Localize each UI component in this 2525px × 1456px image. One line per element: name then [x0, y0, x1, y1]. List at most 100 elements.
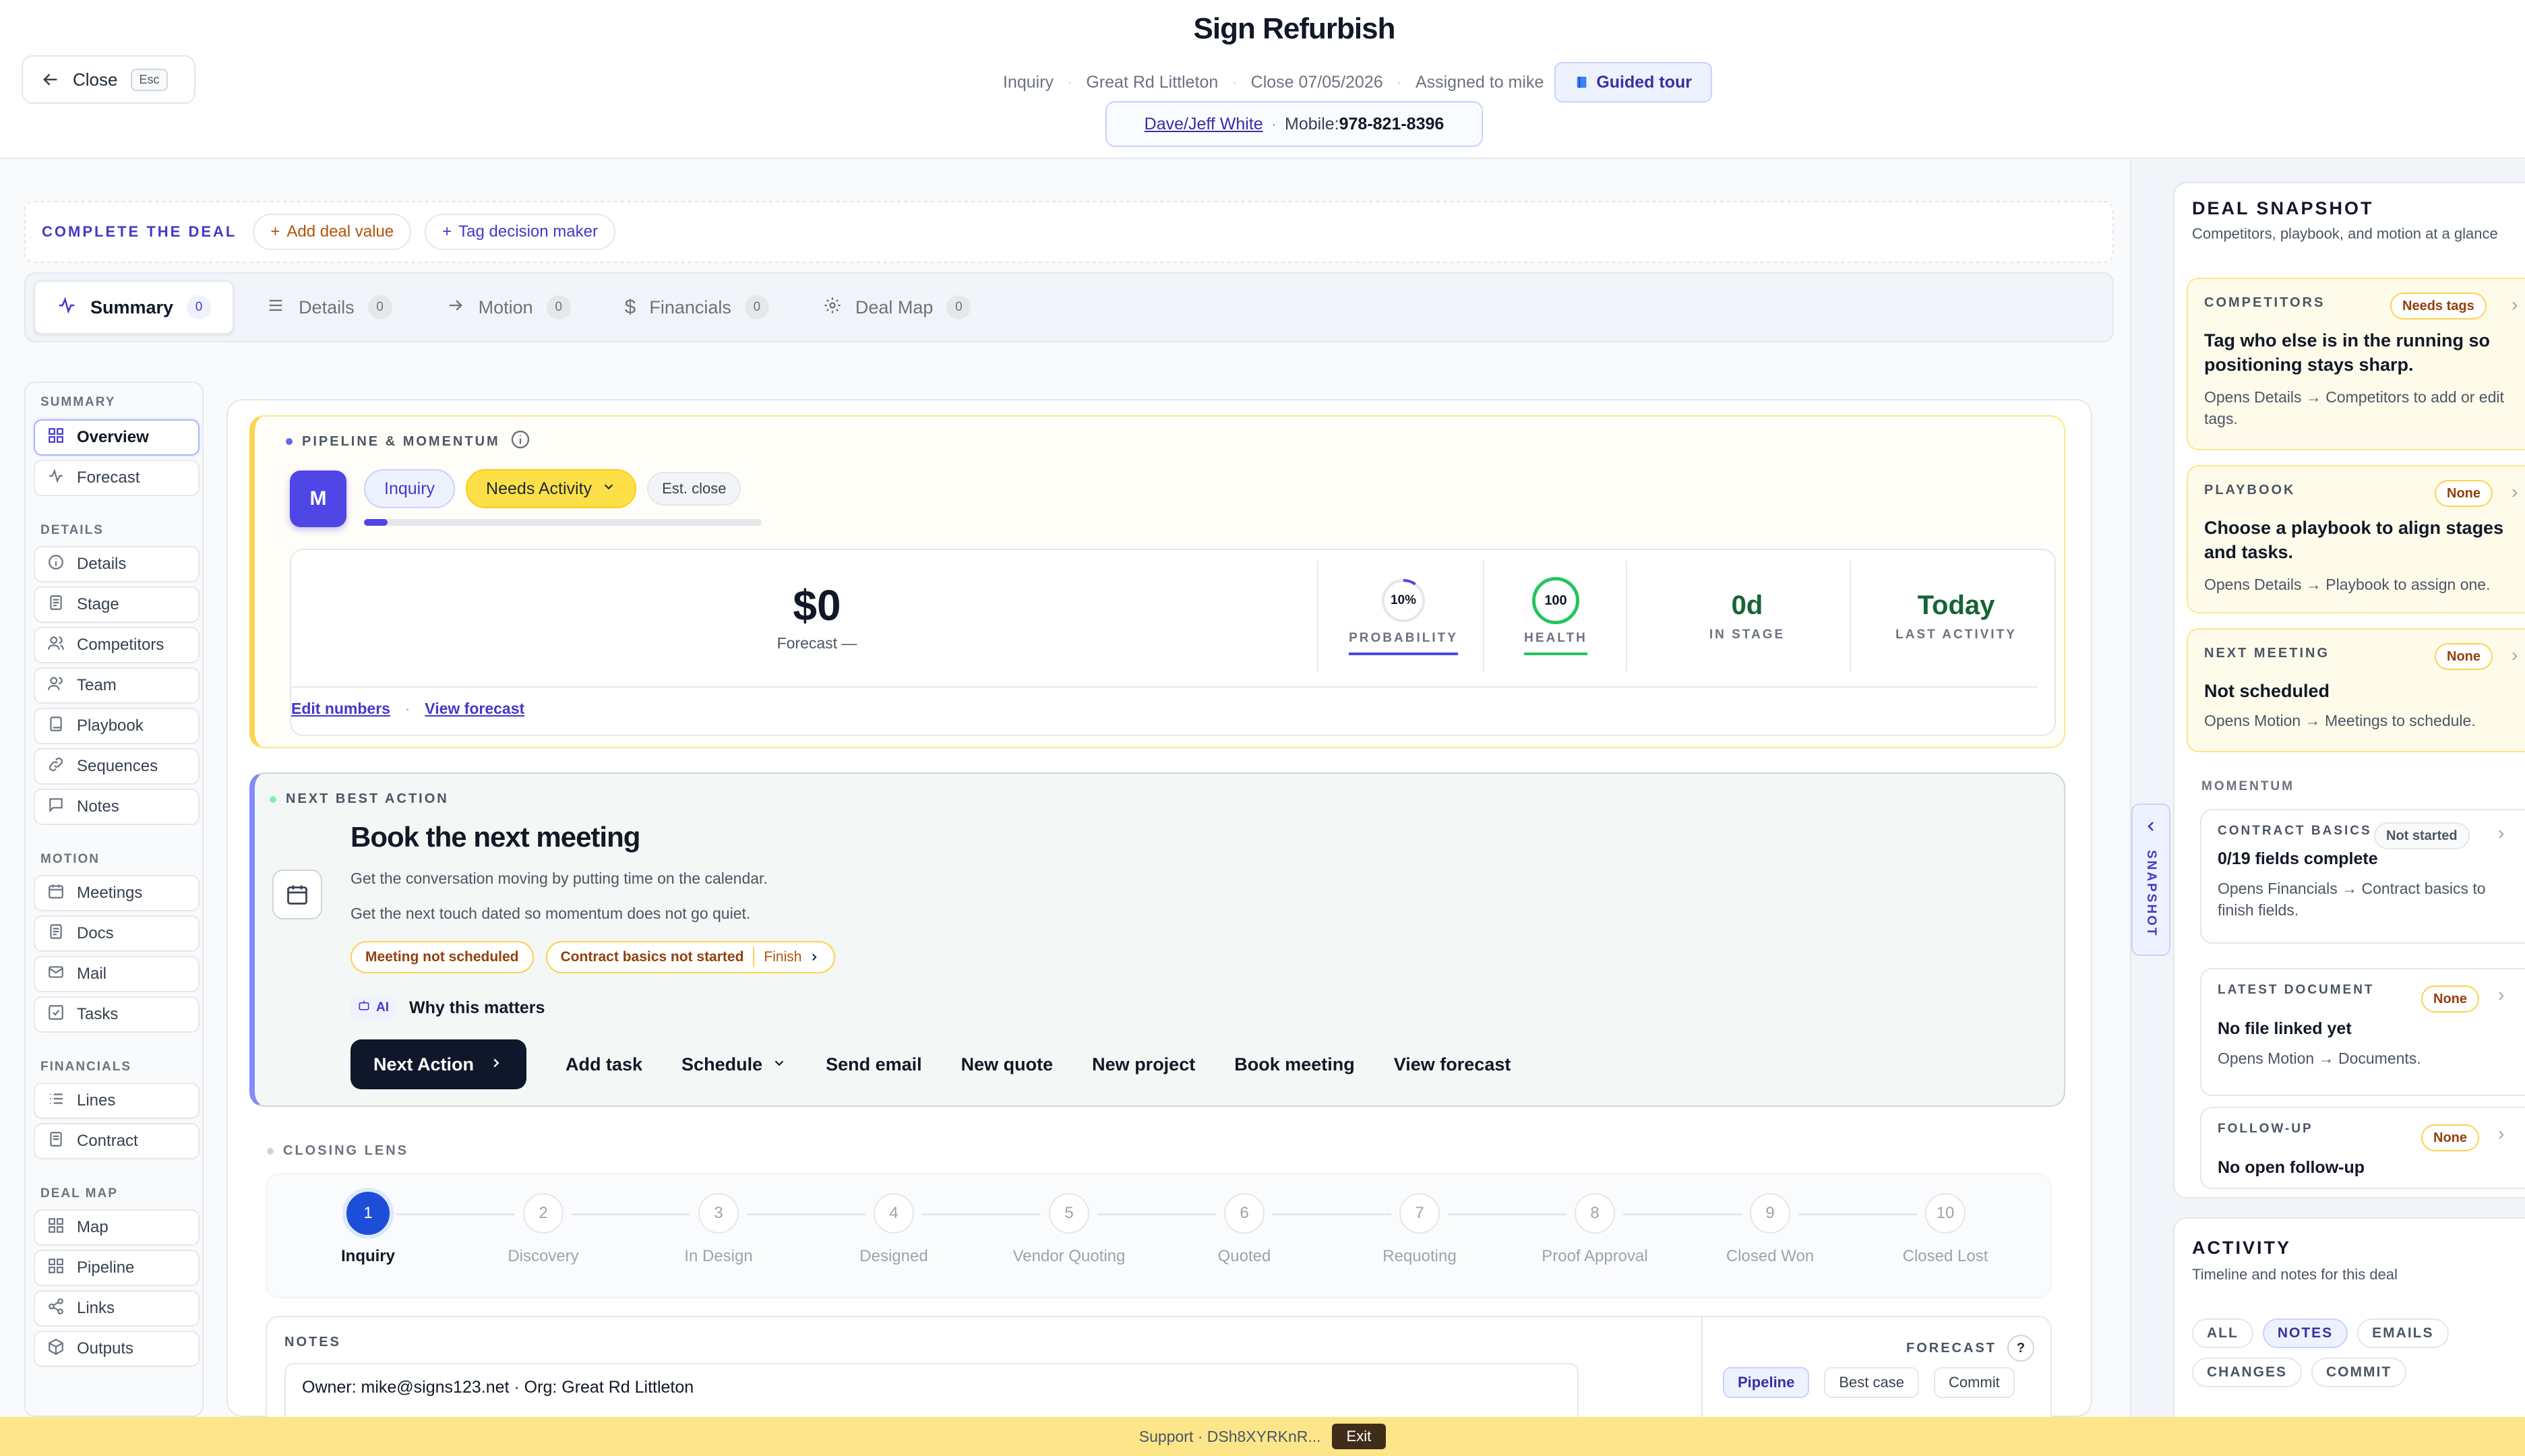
stage-chip[interactable]: Inquiry — [364, 469, 456, 508]
tab-motion[interactable]: Motion 0 — [425, 280, 592, 334]
nav-item-docs[interactable]: Docs — [34, 915, 200, 952]
nav-item-meetings[interactable]: Meetings — [34, 875, 200, 911]
stage-step[interactable]: 10 Closed Lost — [1858, 1193, 2033, 1266]
finish-button[interactable]: Finish — [764, 949, 820, 965]
nav-item-stage[interactable]: Stage — [34, 586, 200, 623]
mail-icon — [47, 963, 65, 985]
contract-basics-hint: Opens Financials → Contract basics to fi… — [2218, 880, 2486, 919]
tab-deal-map[interactable]: Deal Map 0 — [801, 280, 993, 334]
activity-status-dropdown[interactable]: Needs Activity — [466, 469, 637, 508]
latest-document-card[interactable]: LATEST DOCUMENT None › No file linked ye… — [2200, 968, 2525, 1096]
view-forecast-button[interactable]: View forecast — [1394, 1054, 1511, 1075]
next-action-button[interactable]: Next Action — [351, 1039, 527, 1089]
snapshot-toggle[interactable]: SNAPSHOT — [2131, 803, 2170, 956]
send-email-button[interactable]: Send email — [826, 1054, 922, 1075]
tab-summary[interactable]: Summary 0 — [34, 280, 235, 334]
nav-item-forecast[interactable]: Forecast — [34, 460, 200, 496]
new-quote-button[interactable]: New quote — [961, 1054, 1054, 1075]
book-icon — [47, 715, 65, 737]
filter-emails[interactable]: EMAILS — [2357, 1318, 2449, 1348]
nav-item-contract[interactable]: Contract — [34, 1123, 200, 1159]
nav-item-competitors[interactable]: Competitors — [34, 627, 200, 663]
info-icon[interactable] — [510, 429, 531, 454]
nav-item-details[interactable]: Details — [34, 546, 200, 582]
closing-lens-kicker: CLOSING LENS — [267, 1143, 408, 1159]
schedule-label: Schedule — [681, 1054, 763, 1074]
schedule-dropdown[interactable]: Schedule — [681, 1054, 787, 1075]
close-button[interactable]: Close Esc — [22, 55, 195, 104]
nav-item-overview[interactable]: Overview — [34, 419, 200, 456]
pipeline-momentum-card: PIPELINE & MOMENTUM M Inquiry Needs Acti… — [249, 415, 2065, 748]
filter-changes[interactable]: CHANGES — [2192, 1358, 2303, 1387]
nba-line-1: Get the conversation moving by putting t… — [351, 870, 768, 887]
info-icon — [47, 553, 65, 576]
chevron-right-icon — [489, 1054, 504, 1075]
chevron-down-icon — [601, 479, 616, 499]
nav-item-pipeline[interactable]: Pipeline — [34, 1250, 200, 1286]
stage-step-name: Discovery — [508, 1247, 579, 1265]
stage-step[interactable]: 3 In Design — [631, 1193, 806, 1266]
tab-financials[interactable]: $ Financials 0 — [603, 280, 791, 334]
stage-step[interactable]: 1 Inquiry — [280, 1188, 456, 1266]
follow-up-card[interactable]: FOLLOW-UP None › No open follow-up — [2200, 1107, 2525, 1189]
stage-step[interactable]: 2 Discovery — [456, 1193, 631, 1266]
add-task-button[interactable]: Add task — [566, 1054, 642, 1075]
activity-filters: ALL NOTES EMAILS CHANGES COMMIT — [2192, 1318, 2525, 1387]
grid-icon — [47, 1257, 65, 1279]
competitors-card[interactable]: COMPETITORS Needs tags › Tag who else is… — [2187, 278, 2525, 450]
forecast-pipeline-option[interactable]: Pipeline — [1723, 1367, 1810, 1398]
nav-item-links[interactable]: Links — [34, 1290, 200, 1327]
book-meeting-button[interactable]: Book meeting — [1234, 1054, 1355, 1075]
list-icon — [47, 1090, 65, 1112]
users-icon — [47, 675, 65, 697]
tab-details[interactable]: Details 0 — [245, 280, 414, 334]
forecast-commit-option[interactable]: Commit — [1933, 1367, 2015, 1398]
guided-tour-button[interactable]: Guided tour — [1554, 62, 1712, 102]
nav-item-mail[interactable]: Mail — [34, 956, 200, 992]
tab-count: 0 — [187, 295, 212, 320]
edit-numbers-link[interactable]: Edit numbers — [291, 700, 390, 718]
est-close-chip[interactable]: Est. close — [647, 472, 741, 506]
contract-basics-card[interactable]: CONTRACT BASICS Not started › 0/19 field… — [2200, 809, 2525, 944]
calendar-icon — [272, 870, 322, 919]
add-deal-value-button[interactable]: + Add deal value — [253, 214, 412, 250]
closing-lens-label: CLOSING LENS — [283, 1143, 409, 1158]
nav-item-lines[interactable]: Lines — [34, 1083, 200, 1119]
robot-icon — [357, 999, 371, 1017]
nav-item-sequences[interactable]: Sequences — [34, 748, 200, 785]
nav-item-playbook[interactable]: Playbook — [34, 708, 200, 744]
exit-support-button[interactable]: Exit — [1331, 1424, 1387, 1449]
nav-item-team[interactable]: Team — [34, 667, 200, 704]
nav-item-tasks[interactable]: Tasks — [34, 996, 200, 1033]
stage-step-name: Vendor Quoting — [1012, 1247, 1126, 1265]
nav-item-outputs[interactable]: Outputs — [34, 1331, 200, 1367]
stage-step[interactable]: 7 Requoting — [1332, 1193, 1507, 1266]
stage-step[interactable]: 9 Closed Won — [1682, 1193, 1858, 1266]
next-meeting-hint: Opens Motion → Meetings to schedule. — [2204, 712, 2476, 729]
help-icon[interactable]: ? — [2007, 1335, 2034, 1362]
nav-item-map[interactable]: Map — [34, 1209, 200, 1246]
tag-decision-maker-button[interactable]: + Tag decision maker — [425, 214, 615, 250]
new-project-button[interactable]: New project — [1092, 1054, 1195, 1075]
nav-item-notes[interactable]: Notes — [34, 789, 200, 825]
follow-up-text: No open follow-up — [2218, 1158, 2365, 1177]
filter-notes[interactable]: NOTES — [2262, 1318, 2348, 1348]
view-forecast-link[interactable]: View forecast — [425, 700, 524, 718]
filter-all[interactable]: ALL — [2192, 1318, 2253, 1348]
last-activity-value: Today — [1917, 590, 1995, 620]
forecast-best-case-option[interactable]: Best case — [1824, 1367, 1919, 1398]
contact-name-link[interactable]: Dave/Jeff White — [1145, 115, 1263, 134]
arrow-right-icon — [446, 296, 465, 320]
filter-commit[interactable]: COMMIT — [2311, 1358, 2407, 1387]
meeting-status-badge: Meeting not scheduled — [351, 941, 534, 973]
why-this-matters[interactable]: AI Why this matters — [351, 996, 545, 1019]
next-meeting-card[interactable]: NEXT MEETING None › Not scheduled Opens … — [2187, 628, 2525, 752]
stage-step[interactable]: 5 Vendor Quoting — [981, 1193, 1157, 1266]
playbook-card[interactable]: PLAYBOOK None › Choose a playbook to ali… — [2187, 465, 2525, 613]
pipeline-kicker-label: PIPELINE & MOMENTUM — [302, 433, 500, 449]
stage-step[interactable]: 6 Quoted — [1157, 1193, 1332, 1266]
stage-step[interactable]: 8 Proof Approval — [1507, 1193, 1682, 1266]
stage-step[interactable]: 4 Designed — [806, 1193, 981, 1266]
bullet-dot — [286, 438, 293, 445]
pipeline-chips: Inquiry Needs Activity Est. close — [364, 469, 741, 508]
